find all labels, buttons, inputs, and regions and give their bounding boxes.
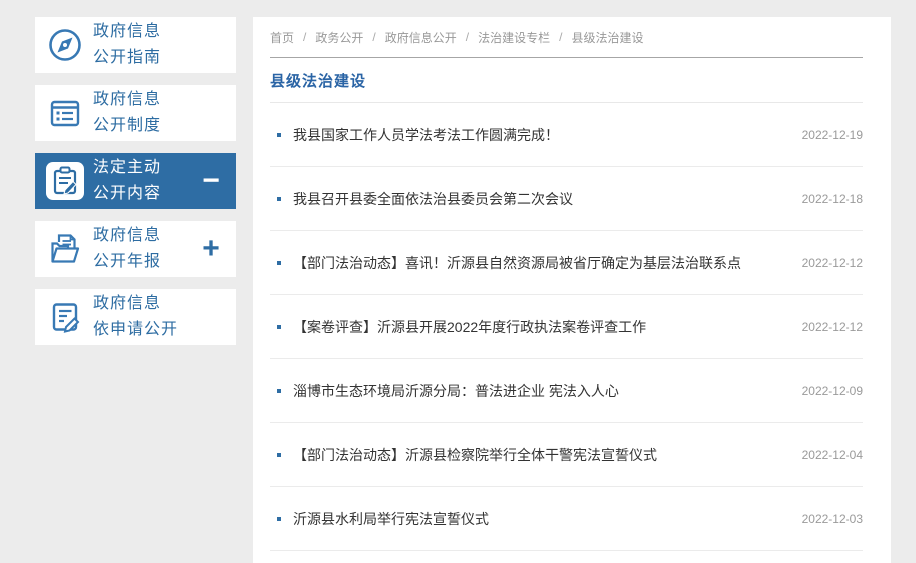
article-link[interactable]: 我县国家工作人员学法考法工作圆满完成！ [293,125,790,145]
article-row: 我县国家工作人员学法考法工作圆满完成！ 2022-12-19 [270,103,863,167]
sidebar-item-gov-info-guide[interactable]: 政府信息 公开指南 [35,17,236,73]
sidebar-item-statutory-disclosure[interactable]: 法定主动 公开内容 − [35,153,236,209]
article-link[interactable]: 【部门法治动态】沂源县检察院举行全体干警宪法宣誓仪式 [293,445,790,465]
sidebar-item-gov-info-system[interactable]: 政府信息 公开制度 [35,85,236,141]
sidebar-item-label: 政府信息 公开制度 [93,91,162,134]
compass-icon [46,26,84,64]
bullet-icon [277,324,281,329]
article-row: 【部门法治动态】沂源县检察院举行全体干警宪法宣誓仪式 2022-12-04 [270,423,863,487]
article-date: 2022-12-09 [801,383,863,398]
section-header: 县级法治建设 [270,58,863,103]
article-list: 我县国家工作人员学法考法工作圆满完成！ 2022-12-19 我县召开县委全面依… [270,103,863,551]
bullet-icon [277,516,281,521]
clipboard-pen-icon [46,162,84,200]
article-row: 沂源县水利局举行宪法宣誓仪式 2022-12-03 [270,487,863,551]
article-row: 【案卷评查】沂源县开展2022年度行政执法案卷评查工作 2022-12-12 [270,295,863,359]
bullet-icon [277,196,281,201]
sidebar-item-label: 政府信息 依申请公开 [93,295,179,338]
article-date: 2022-12-12 [801,255,863,270]
article-date: 2022-12-19 [801,127,863,142]
article-row: 淄博市生态环境局沂源分局：普法进企业 宪法入人心 2022-12-09 [270,359,863,423]
breadcrumb-separator: / [372,30,376,44]
expand-plus-icon[interactable]: + [194,234,228,264]
article-link[interactable]: 【部门法治动态】喜讯！沂源县自然资源局被省厅确定为基层法治联系点 [293,253,790,273]
article-link[interactable]: 【案卷评查】沂源县开展2022年度行政执法案卷评查工作 [293,317,790,337]
document-pen-icon [46,298,84,336]
article-date: 2022-12-18 [801,191,863,206]
breadcrumb-current: 县级法治建设 [571,30,644,45]
breadcrumb-separator: / [465,30,470,44]
article-row: 我县召开县委全面依法治县委员会第二次会议 2022-12-18 [270,167,863,231]
breadcrumb: 首页 / 政务公开 / 政府信息公开 / 法治建设专栏 / 县级法治建设 [270,17,863,58]
breadcrumb-home[interactable]: 首页 [270,29,294,46]
breadcrumb-rule-of-law-column[interactable]: 法治建设专栏 [478,29,550,46]
breadcrumb-gov-affairs[interactable]: 政务公开 [315,29,363,46]
sidebar-item-annual-report[interactable]: 政府信息 公开年报 + [35,221,236,277]
sidebar-item-label: 法定主动 公开内容 [93,159,162,202]
article-date: 2022-12-04 [801,447,863,462]
sidebar: 政府信息 公开指南 政府信息 公开制度 法定主动 公开内容 − 政府信息 公开年… [35,17,236,357]
article-link[interactable]: 我县召开县委全面依法治县委员会第二次会议 [293,189,790,209]
bullet-icon [277,388,281,393]
article-link[interactable]: 淄博市生态环境局沂源分局：普法进企业 宪法入人心 [293,381,790,401]
bullet-icon [277,452,281,457]
sidebar-item-label: 政府信息 公开指南 [93,23,162,66]
article-date: 2022-12-12 [801,319,863,334]
breadcrumb-separator: / [303,30,307,44]
page: 政府信息 公开指南 政府信息 公开制度 法定主动 公开内容 − 政府信息 公开年… [0,0,916,563]
folder-report-icon [46,230,84,268]
content-panel: 首页 / 政务公开 / 政府信息公开 / 法治建设专栏 / 县级法治建设 县级法… [253,17,891,563]
article-row: 【部门法治动态】喜讯！沂源县自然资源局被省厅确定为基层法治联系点 2022-12… [270,231,863,295]
sidebar-item-disclosure-by-request[interactable]: 政府信息 依申请公开 [35,289,236,345]
collapse-minus-icon[interactable]: − [194,166,228,196]
page-title: 县级法治建设 [270,72,367,90]
sidebar-item-label: 政府信息 公开年报 [93,227,162,270]
article-date: 2022-12-03 [801,511,863,526]
bullet-icon [277,260,281,265]
article-link[interactable]: 沂源县水利局举行宪法宣誓仪式 [293,509,790,529]
breadcrumb-separator: / [559,30,563,44]
bullet-icon [277,132,281,137]
breadcrumb-gov-info[interactable]: 政府信息公开 [385,29,457,46]
document-list-icon [46,94,84,132]
